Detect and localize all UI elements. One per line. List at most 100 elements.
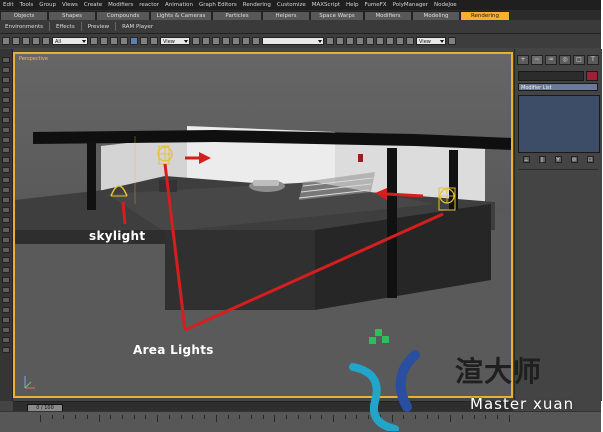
render-setup-icon[interactable] xyxy=(386,37,394,45)
create-tab-icon[interactable]: + xyxy=(517,55,529,65)
menu-customize[interactable]: Customize xyxy=(274,2,309,8)
menu-fumefx[interactable]: FumeFX xyxy=(362,2,390,8)
remove-modifier-icon[interactable]: ⊘ xyxy=(570,155,578,163)
strip-tool-icon[interactable] xyxy=(2,207,10,213)
menu-tools[interactable]: Tools xyxy=(17,2,37,8)
show-end-result-icon[interactable]: || xyxy=(538,155,546,163)
schematic-view-icon[interactable] xyxy=(366,37,374,45)
strip-tool-icon[interactable] xyxy=(2,167,10,173)
menu-modifiers[interactable]: Modifiers xyxy=(105,2,136,8)
snap-toggle-icon[interactable] xyxy=(212,37,220,45)
named-selection-dropdown[interactable] xyxy=(262,37,324,45)
strip-tool-icon[interactable] xyxy=(2,337,10,343)
strip-tool-icon[interactable] xyxy=(2,57,10,63)
strip-tool-icon[interactable] xyxy=(2,67,10,73)
undo-icon[interactable] xyxy=(2,37,10,45)
strip-tool-icon[interactable] xyxy=(2,127,10,133)
unlink-icon[interactable] xyxy=(32,37,40,45)
percent-snap-icon[interactable] xyxy=(232,37,240,45)
tab-space-warps[interactable]: Space Warps xyxy=(310,11,364,20)
render-icon[interactable] xyxy=(406,37,414,45)
modifier-list-dropdown[interactable]: Modifier List xyxy=(518,83,598,91)
quick-render-icon[interactable] xyxy=(448,37,456,45)
angle-snap-icon[interactable] xyxy=(222,37,230,45)
curve-editor-icon[interactable] xyxy=(356,37,364,45)
environments-button[interactable]: Environments xyxy=(0,24,48,30)
motion-tab-icon[interactable]: ◎ xyxy=(559,55,571,65)
preview-button[interactable]: Preview xyxy=(83,24,114,30)
tab-helpers[interactable]: Helpers xyxy=(262,11,310,20)
ref-coord-dropdown[interactable]: View xyxy=(160,37,190,45)
menu-group[interactable]: Group xyxy=(36,2,59,8)
menu-edit[interactable]: Edit xyxy=(0,2,17,8)
strip-tool-icon[interactable] xyxy=(2,277,10,283)
select-scale-icon[interactable] xyxy=(150,37,158,45)
strip-tool-icon[interactable] xyxy=(2,237,10,243)
object-name-field[interactable] xyxy=(518,71,584,81)
strip-tool-icon[interactable] xyxy=(2,87,10,93)
menu-nodejoe[interactable]: NodeJoe xyxy=(431,2,460,8)
select-rotate-icon[interactable] xyxy=(140,37,148,45)
strip-tool-icon[interactable] xyxy=(2,177,10,183)
rendered-frame-icon[interactable] xyxy=(396,37,404,45)
tab-shapes[interactable]: Shapes xyxy=(48,11,96,20)
strip-tool-icon[interactable] xyxy=(2,77,10,83)
edit-named-sel-icon[interactable] xyxy=(252,37,260,45)
tab-lights-cameras[interactable]: Lights & Cameras xyxy=(150,11,212,20)
strip-tool-icon[interactable] xyxy=(2,267,10,273)
strip-tool-icon[interactable] xyxy=(2,147,10,153)
menu-polymanager[interactable]: PolyManager xyxy=(390,2,431,8)
tab-modeling[interactable]: Modeling xyxy=(412,11,460,20)
select-by-name-icon[interactable] xyxy=(100,37,108,45)
modifier-stack[interactable] xyxy=(518,95,600,153)
strip-tool-icon[interactable] xyxy=(2,307,10,313)
strip-tool-icon[interactable] xyxy=(2,157,10,163)
menu-help[interactable]: Help xyxy=(343,2,362,8)
menu-views[interactable]: Views xyxy=(59,2,81,8)
menu-rendering[interactable]: Rendering xyxy=(240,2,274,8)
tab-compounds[interactable]: Compounds xyxy=(96,11,150,20)
object-color-swatch[interactable] xyxy=(586,71,598,81)
strip-tool-icon[interactable] xyxy=(2,347,10,353)
make-unique-icon[interactable]: ∀ xyxy=(554,155,562,163)
pivot-center-icon[interactable] xyxy=(192,37,200,45)
layer-manager-icon[interactable] xyxy=(346,37,354,45)
modify-tab-icon[interactable]: ~ xyxy=(531,55,543,65)
viewport-label[interactable]: Perspective xyxy=(19,56,48,62)
menu-reactor[interactable]: reactor xyxy=(136,2,162,8)
strip-tool-icon[interactable] xyxy=(2,97,10,103)
material-editor-icon[interactable] xyxy=(376,37,384,45)
tab-objects[interactable]: Objects xyxy=(0,11,48,20)
menu-create[interactable]: Create xyxy=(81,2,105,8)
selection-filter-dropdown[interactable]: All xyxy=(52,37,88,45)
strip-tool-icon[interactable] xyxy=(2,257,10,263)
link-icon[interactable] xyxy=(22,37,30,45)
strip-tool-icon[interactable] xyxy=(2,187,10,193)
select-move-icon[interactable] xyxy=(130,37,138,45)
effects-button[interactable]: Effects xyxy=(51,24,80,30)
utilities-tab-icon[interactable]: T xyxy=(587,55,599,65)
strip-tool-icon[interactable] xyxy=(2,117,10,123)
window-crossing-icon[interactable] xyxy=(120,37,128,45)
strip-tool-icon[interactable] xyxy=(2,297,10,303)
bind-space-warp-icon[interactable] xyxy=(42,37,50,45)
align-icon[interactable] xyxy=(336,37,344,45)
spinner-snap-icon[interactable] xyxy=(242,37,250,45)
selection-region-icon[interactable] xyxy=(110,37,118,45)
strip-tool-icon[interactable] xyxy=(2,287,10,293)
render-view-dropdown[interactable]: View xyxy=(416,37,446,45)
redo-icon[interactable] xyxy=(12,37,20,45)
configure-sets-icon[interactable]: ☐ xyxy=(586,155,594,163)
strip-tool-icon[interactable] xyxy=(2,197,10,203)
track-bar[interactable] xyxy=(0,411,601,432)
pin-stack-icon[interactable]: ⟂ xyxy=(522,155,530,163)
strip-tool-icon[interactable] xyxy=(2,317,10,323)
select-object-icon[interactable] xyxy=(90,37,98,45)
manipulate-icon[interactable] xyxy=(202,37,210,45)
mirror-icon[interactable] xyxy=(326,37,334,45)
strip-tool-icon[interactable] xyxy=(2,137,10,143)
strip-tool-icon[interactable] xyxy=(2,327,10,333)
menu-graph-editors[interactable]: Graph Editors xyxy=(196,2,240,8)
strip-tool-icon[interactable] xyxy=(2,247,10,253)
tab-rendering[interactable]: Rendering xyxy=(460,11,510,20)
